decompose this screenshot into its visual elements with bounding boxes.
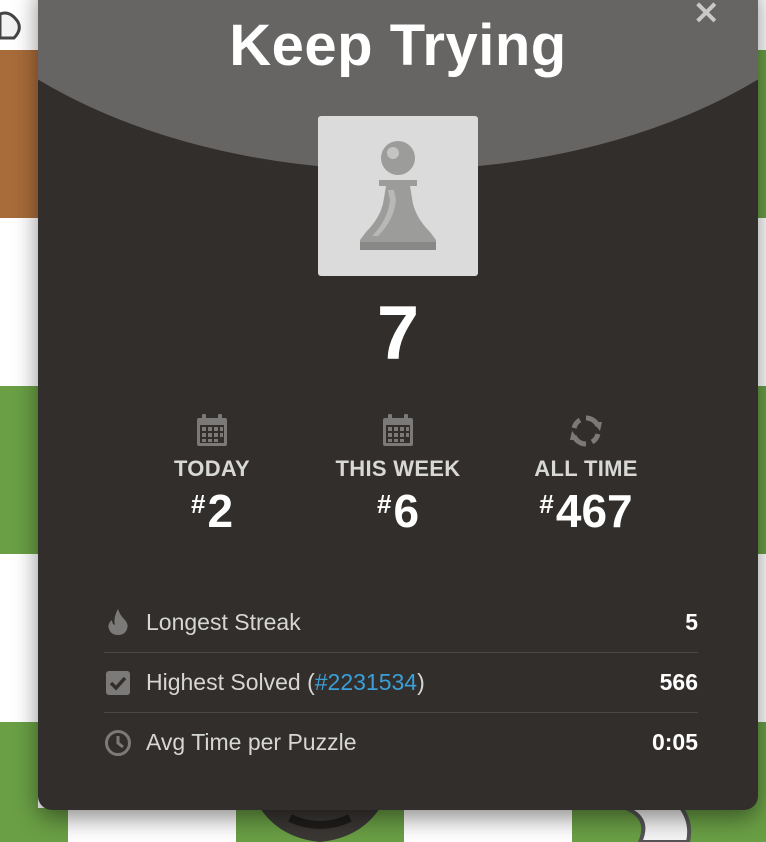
checkbox-icon (106, 670, 130, 695)
refresh-icon (570, 415, 602, 447)
board-square (0, 554, 38, 722)
chess-piece-fragment-icon (0, 11, 21, 40)
board-square (68, 808, 236, 842)
rank-value: #2 (122, 488, 302, 541)
rank-hash: # (376, 489, 392, 519)
calendar-icon (383, 414, 413, 446)
stat-avg-time: Avg Time per Puzzle 0:05 (104, 712, 698, 772)
rank-number: 6 (393, 485, 420, 537)
puzzle-link[interactable]: #2231534 (315, 669, 417, 695)
rank-label: ALL TIME (534, 456, 638, 481)
board-square (0, 386, 38, 554)
rank-value: #6 (308, 488, 488, 541)
stat-label: Avg Time per Puzzle (146, 729, 357, 755)
board-square (0, 218, 38, 386)
stat-label-suffix: ) (417, 669, 425, 695)
stat-highest-solved: Highest Solved (#2231534) 566 (104, 652, 698, 712)
clock-icon (105, 729, 131, 756)
calendar-icon (197, 414, 227, 446)
rank-today: TODAY #2 (122, 412, 302, 541)
stat-label: Highest Solved (#2231534) (146, 669, 660, 696)
puzzle-score: 7 (376, 291, 420, 376)
stat-label-prefix: Highest Solved ( (146, 669, 315, 695)
rank-section: TODAY #2 THIS WEEK #6 ALL TIME #467 (38, 412, 758, 542)
rank-all-time: ALL TIME #467 (496, 412, 676, 541)
rank-hash: # (539, 489, 554, 519)
pawn-icon (360, 141, 436, 250)
flame-icon (108, 609, 128, 635)
board-square (38, 808, 68, 842)
stats-list: Longest Streak 5 Highest Solved (#223153… (104, 592, 698, 772)
rank-value: #467 (496, 488, 676, 541)
stat-value: 5 (685, 608, 698, 635)
puzzle-result-modal: × Keep Trying 7 TODAY #2 THIS WEEK #6 AL… (38, 0, 758, 810)
board-square (0, 722, 38, 842)
piece-card (318, 116, 478, 276)
stat-value: 566 (659, 669, 698, 695)
rank-number: 467 (555, 485, 633, 537)
stat-longest-streak: Longest Streak 5 (104, 592, 698, 652)
rank-label: THIS WEEK (335, 456, 461, 481)
stat-label: Longest Streak (146, 608, 301, 635)
stat-value: 0:05 (651, 729, 698, 755)
dark-chess-piece-icon (260, 808, 380, 842)
rank-hash: # (190, 489, 206, 519)
board-square (404, 808, 572, 842)
rank-this-week: THIS WEEK #6 (308, 412, 488, 541)
rank-label: TODAY (173, 456, 251, 481)
result-title: Keep Trying (229, 13, 567, 78)
rank-number: 2 (207, 485, 234, 537)
board-square (0, 50, 38, 218)
